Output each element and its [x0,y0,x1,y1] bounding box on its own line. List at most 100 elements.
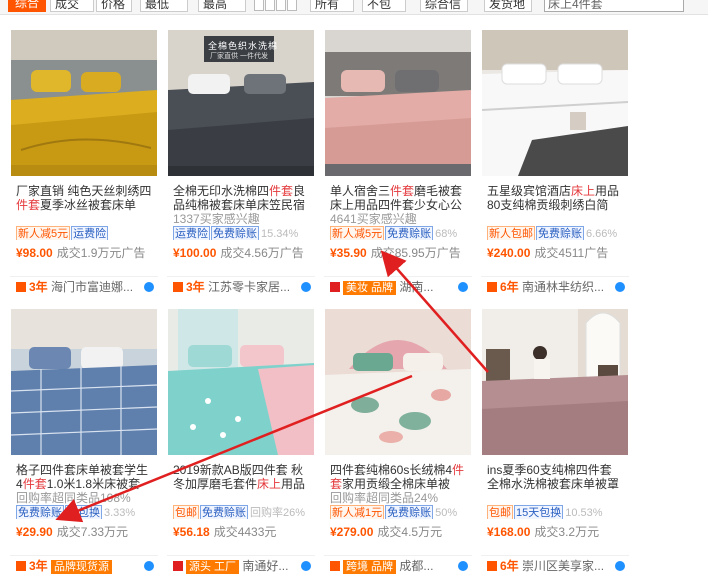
badge: 15.34% [261,228,299,240]
shop-icon [16,561,26,571]
product-title[interactable]: 四件套纯棉60s长绒棉4件套家用贡缎全棉床单被 [324,463,472,491]
origin-select[interactable]: 发货地 [484,0,532,12]
chat-icon[interactable] [458,282,468,292]
repurchase-text: 回购率超同类品108% [16,491,131,505]
product-image[interactable] [325,309,471,455]
shop-line-5[interactable]: 3年 品牌现货源 [10,555,158,576]
product-info-4: 五星级宾馆酒店床上用品80支纯棉贡缎刺绣白简 新人包邮 免费赊账 6.66% ¥24… [481,184,629,263]
product-info-3: 单人宿舍三件套磨毛被套床上用品四件套少女心公 4641买家感兴趣 新人减5元 免费… [324,184,472,263]
shop-name[interactable]: 江苏零卡家居... [208,280,290,294]
badge: 包邮 [173,505,199,519]
product-title[interactable]: 单人宿舍三件套磨毛被套床上用品四件套少女心公 [324,184,472,212]
sales-text: 成交4.56万广告 [220,246,304,260]
price-line: ¥35.90 成交85.95万广告 [324,243,472,263]
badge: 6.66% [586,228,618,240]
product-info-2: 全棉无印水洗棉四件套良品纯棉被套床单床笠民宿 1337买家感兴趣 运费险 免费赊账… [167,184,315,263]
shop-line-7[interactable]: 跨境 品牌 成都... [324,555,472,576]
product-card-5[interactable] [10,309,158,455]
interest-text [481,212,629,226]
shop-name[interactable]: 南通林芈纺织... [522,280,604,294]
location-select[interactable]: 所有地 [310,0,354,12]
product-title[interactable]: 五星级宾馆酒店床上用品80支纯棉贡缎刺绣白简 [481,184,629,212]
shop-name[interactable]: 成都... [399,559,433,573]
price-max-input[interactable]: 最高 [198,0,246,12]
price: ¥98.00 [16,246,53,260]
product-card-4[interactable] [481,30,629,176]
chat-icon[interactable] [615,561,625,571]
product-card-6[interactable] [167,309,315,455]
shop-icon [487,561,497,571]
product-image[interactable] [482,30,628,176]
image-banner-line2: 厂家直供 一件代发 [210,53,268,60]
product-card-7[interactable] [324,309,472,455]
product-image[interactable] [325,30,471,176]
price-line: ¥168.00 成交3.2万元 [481,522,629,542]
shipping-select[interactable]: 不包 [362,0,406,12]
product-image[interactable] [11,30,157,176]
shop-years: 3年 [186,280,205,294]
badge: 免费赊账 [536,226,584,240]
shop-line-4[interactable]: 6年 南通林芈纺织... [481,276,629,297]
product-image[interactable]: 全棉色织水洗棉 厂家直供 一件代发 [168,30,314,176]
product-title[interactable]: 2019新款AB版四件套 秋冬加厚磨毛套件床上用品 [167,463,315,491]
badge: 免费赊账 [200,505,248,519]
product-title[interactable]: 厂家直销 纯色天丝刺绣四件套夏季冰丝被套床单 [10,184,158,212]
search-input[interactable]: 床上4件套 [544,0,684,12]
price-line: ¥29.90 成交7.33万元 [10,522,158,542]
badge: 免费赊账 [16,505,64,519]
sales-text: 成交4511广告 [534,246,609,260]
product-image[interactable] [168,309,314,455]
filter-bar: 综合 成交额 价格 最低 最高 所有地 不包 综合信 发货地 床上4件套 [0,0,708,15]
shop-name[interactable]: 南通好... [242,559,288,573]
shop-line-2[interactable]: 3年 江苏零卡家居... [167,276,315,297]
shop-years: 3年 [29,559,48,573]
sort-tab-price[interactable]: 价格 [96,0,132,12]
shop-tag: 源头 工厂 [186,560,240,574]
product-card-1[interactable] [10,30,158,176]
shop-name[interactable]: 海门市富迪娜... [51,280,133,294]
badge: 回购率26% [250,507,306,519]
sales-text: 成交4433元 [213,525,277,539]
chat-icon[interactable] [144,282,154,292]
shop-line-3[interactable]: 美妆 品牌 湖南... [324,276,472,297]
shop-tag: 品牌现货源 [51,560,113,574]
view-toggle-icons[interactable] [254,0,297,11]
badge-row: 免费赊账 天包换 3.33% [10,505,158,519]
shop-years: 6年 [500,559,519,573]
product-card-2[interactable]: 全棉色织水洗棉 厂家直供 一件代发 [167,30,315,176]
interest-text [481,491,629,505]
shop-line-1[interactable]: 3年 海门市富迪娜... [10,276,158,297]
chat-icon[interactable] [301,282,311,292]
badge: 天包换 [65,505,102,519]
product-card-8[interactable] [481,309,629,455]
badge: 10.53% [565,507,603,519]
product-info-7: 四件套纯棉60s长绒棉4件套家用贡缎全棉床单被 回购率超同类品24% 新人减1元… [324,463,472,542]
service-select[interactable]: 综合信 [420,0,468,12]
badge: 免费赊账 [211,226,259,240]
product-image[interactable] [482,309,628,455]
chat-icon[interactable] [458,561,468,571]
shop-icon [487,282,497,292]
price: ¥56.18 [173,525,210,539]
product-image[interactable] [11,309,157,455]
chat-icon[interactable] [301,561,311,571]
price-line: ¥279.00 成交4.5万元 [324,522,472,542]
shop-line-6[interactable]: 源头 工厂 南通好... [167,555,315,576]
chat-icon[interactable] [615,282,625,292]
chat-icon[interactable] [144,561,154,571]
price-min-input[interactable]: 最低 [140,0,188,12]
sort-tab-sales[interactable]: 成交额 [50,0,94,12]
shop-line-8[interactable]: 6年 崇川区美享家... [481,555,629,576]
shop-name[interactable]: 崇川区美享家... [522,559,604,573]
product-card-3[interactable] [324,30,472,176]
shop-name[interactable]: 湖南... [399,280,433,294]
product-title[interactable]: ins夏季60支纯棉四件套全棉水洗棉被套床单被罩 [481,463,629,491]
interest-text: 1337买家感兴趣 [173,212,260,226]
badge: 免费赊账 [385,505,434,519]
product-title[interactable]: 格子四件套床单被套学生4件套1.0米1.8米床被套 [10,463,158,491]
badge: 运费险 [71,226,109,240]
product-title[interactable]: 全棉无印水洗棉四件套良品纯棉被套床单床笠民宿 [167,184,315,212]
price: ¥29.90 [16,525,53,539]
sort-tab-default[interactable]: 综合 [8,0,46,12]
badge: 新人包邮 [487,226,535,240]
